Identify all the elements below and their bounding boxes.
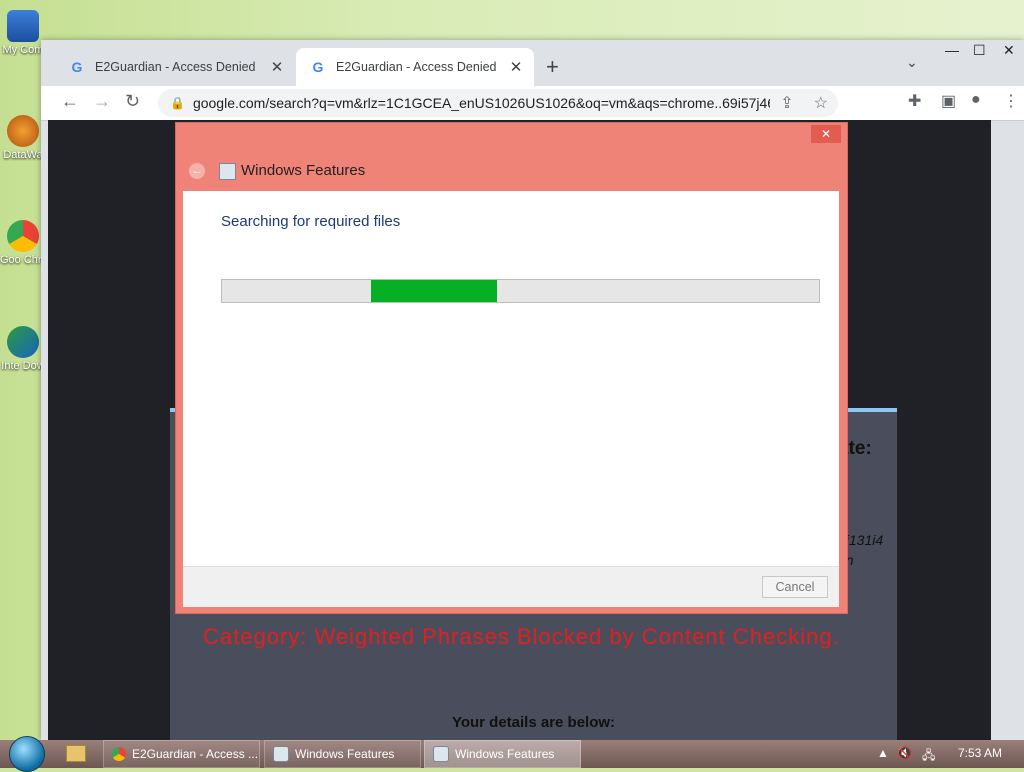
- forward-button[interactable]: →: [93, 91, 111, 112]
- taskbar-clock[interactable]: 7:53 AM: [958, 746, 1002, 760]
- desktop-icon-datawa[interactable]: DataWa: [0, 115, 46, 161]
- google-icon: G: [312, 59, 324, 75]
- taskbar-item-label: Windows Features: [295, 747, 395, 761]
- progress-bar: [221, 279, 820, 303]
- new-tab-button[interactable]: +: [546, 54, 559, 80]
- desktop-icon-internet-download[interactable]: Inte Dow: [0, 326, 46, 372]
- browser-toolbar: ← → ↻ 🔒 google.com/search?q=vm&rlz=1C1GC…: [41, 86, 1024, 121]
- download-manager-icon: [7, 326, 39, 358]
- taskbar: E2Guardian - Access ... Windows Features…: [0, 736, 1024, 772]
- desktop-icon-my-computer[interactable]: My Com: [0, 10, 46, 56]
- taskbar-item-label: E2Guardian - Access ...: [132, 747, 259, 761]
- datawa-icon: [7, 115, 39, 147]
- close-tab-icon[interactable]: ✕: [267, 58, 287, 76]
- cancel-button[interactable]: Cancel: [762, 576, 828, 598]
- url-text[interactable]: google.com/search?q=vm&rlz=1C1GCEA_enUS1…: [193, 95, 770, 111]
- google-icon: G: [71, 59, 83, 75]
- profile-icon[interactable]: ●: [971, 91, 981, 109]
- start-button[interactable]: [9, 736, 45, 772]
- extensions-icon[interactable]: ✚: [908, 91, 921, 111]
- chrome-icon: [7, 220, 39, 252]
- share-icon[interactable]: ⇪: [780, 93, 793, 113]
- windows-features-icon: [273, 746, 289, 762]
- desktop-icon-label: Goo Chro: [0, 254, 46, 266]
- close-window-button[interactable]: ✕: [1003, 42, 1015, 59]
- windows-features-icon: [433, 746, 449, 762]
- tab-title: E2Guardian - Access Denied: [336, 60, 497, 74]
- lock-icon: 🔒: [170, 96, 185, 110]
- close-tab-icon[interactable]: ✕: [506, 58, 526, 76]
- address-bar[interactable]: 🔒 google.com/search?q=vm&rlz=1C1GCEA_enU…: [158, 89, 838, 117]
- taskbar-item-windows-features-active[interactable]: Windows Features: [424, 740, 581, 768]
- volume-muted-icon[interactable]: 🔇: [897, 746, 912, 760]
- progress-bar-fill: [371, 280, 497, 302]
- windows-features-icon: [219, 163, 236, 180]
- file-explorer-icon[interactable]: [66, 745, 86, 762]
- browser-tab-active[interactable]: G E2Guardian - Access Denied ✕: [296, 48, 534, 86]
- back-button[interactable]: ←: [61, 91, 79, 112]
- browser-tab[interactable]: G E2Guardian - Access Denied ✕: [55, 48, 295, 86]
- desktop-icon-label: Inte Dow: [1, 360, 45, 372]
- show-hidden-icons-button[interactable]: ▲: [877, 746, 889, 760]
- bookmark-star-icon[interactable]: ☆: [814, 93, 828, 113]
- windows-features-dialog: ✕ ← Windows Features Searching for requi…: [175, 122, 848, 614]
- network-icon[interactable]: 🖧: [922, 746, 935, 767]
- maximize-button[interactable]: ☐: [973, 42, 986, 59]
- dialog-close-button[interactable]: ✕: [811, 125, 841, 143]
- minimize-button[interactable]: —: [945, 42, 959, 58]
- chrome-icon: [112, 747, 126, 761]
- taskbar-item-windows-features[interactable]: Windows Features: [264, 740, 421, 768]
- details-heading: Your details are below:: [451, 714, 616, 731]
- desktop-icon-label: My Com: [2, 44, 44, 56]
- dialog-title: Windows Features: [241, 162, 366, 179]
- dialog-status-text: Searching for required files: [221, 213, 401, 230]
- dialog-footer: Cancel: [183, 566, 839, 607]
- reload-button[interactable]: ↻: [125, 91, 140, 112]
- blocked-category-text: Category: Weighted Phrases Blocked by Co…: [203, 624, 840, 649]
- dialog-back-button[interactable]: ←: [189, 163, 205, 179]
- desktop-icon-google-chrome[interactable]: Goo Chro: [0, 220, 46, 266]
- tab-strip: G E2Guardian - Access Denied ✕ G E2Guard…: [41, 40, 1024, 86]
- taskbar-item-label: Windows Features: [455, 747, 555, 761]
- menu-icon[interactable]: ⋮: [1003, 91, 1019, 111]
- computer-icon: [7, 10, 39, 42]
- desktop-icon-label: DataWa: [3, 149, 43, 161]
- side-panel-icon[interactable]: ▣: [941, 91, 956, 111]
- tab-search-button[interactable]: ⌄: [906, 54, 918, 71]
- dialog-body: Searching for required files: [183, 191, 839, 566]
- tab-title: E2Guardian - Access Denied: [95, 60, 256, 74]
- taskbar-item-chrome[interactable]: E2Guardian - Access ...: [103, 740, 260, 768]
